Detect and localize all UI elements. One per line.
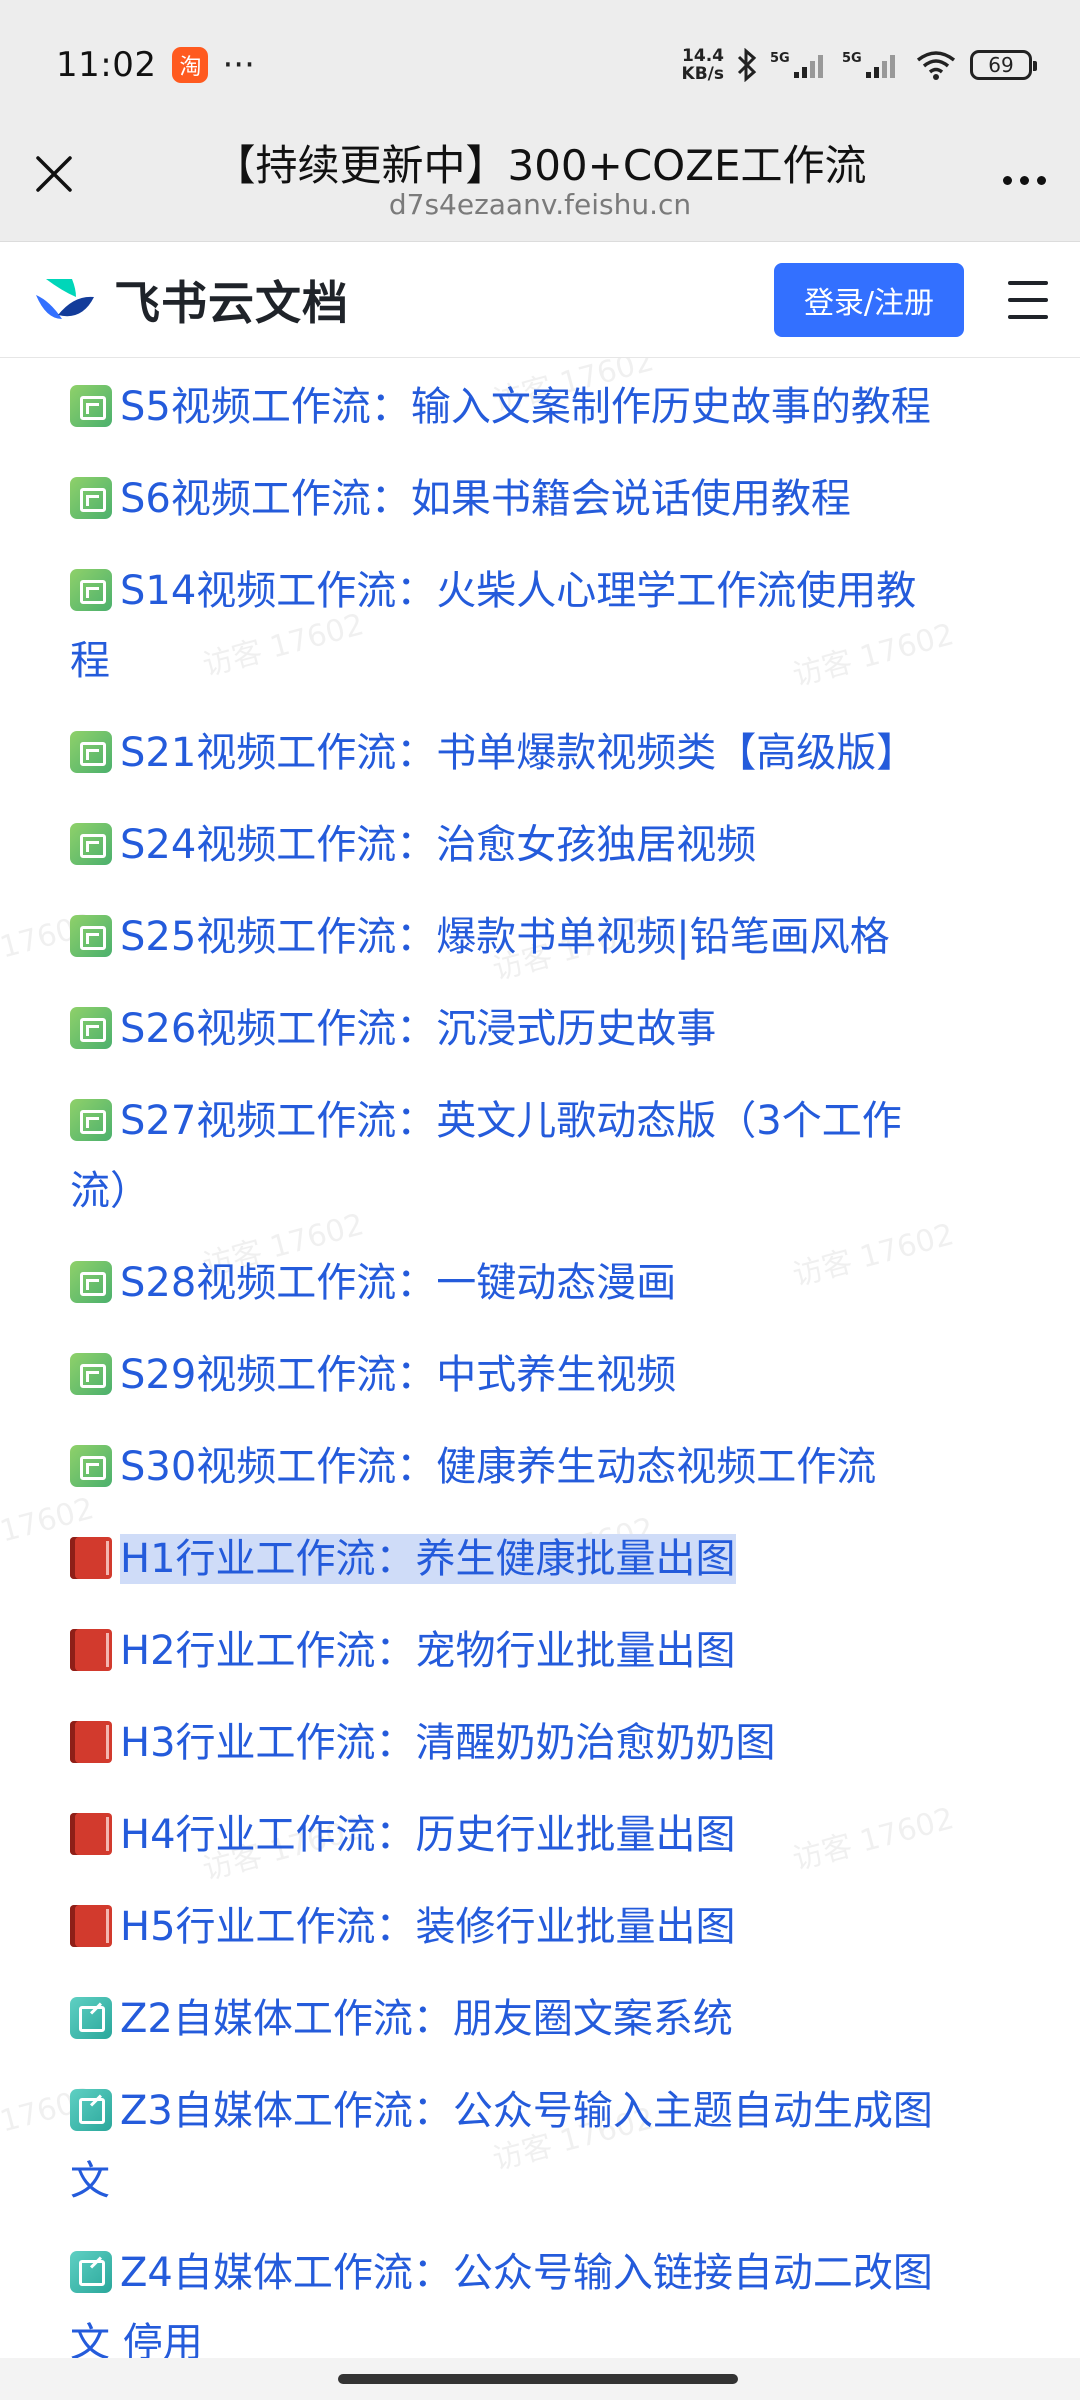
- item-label[interactable]: H1行业工作流：养生健康批量出图: [120, 1534, 736, 1584]
- book-icon: [70, 1813, 112, 1855]
- item-label[interactable]: S5视频工作流：输入文案制作历史故事的教程: [120, 382, 931, 432]
- note-icon: [70, 2251, 112, 2293]
- list-item[interactable]: Z2自媒体工作流：朋友圈文案系统: [70, 1984, 1010, 2054]
- item-label[interactable]: S14视频工作流：火柴人心理学工作流使用教: [120, 566, 916, 616]
- dot-icon: [1002, 175, 1012, 185]
- network-speed: 14.4 KB/s: [682, 47, 724, 83]
- item-label[interactable]: S24视频工作流：治愈女孩独居视频: [120, 820, 756, 870]
- item-label[interactable]: S25视频工作流：爆款书单视频|铅笔画风格: [120, 912, 890, 962]
- browser-title-bar: 【持续更新中】300+COZE工作流 d7s4ezaanv.feishu.cn: [0, 130, 1080, 242]
- speed-value: 14.4: [682, 46, 724, 66]
- battery-icon: 69: [970, 50, 1037, 80]
- video-icon: [70, 915, 112, 957]
- bluetooth-icon: [736, 48, 758, 82]
- taobao-app-icon: 淘: [172, 47, 209, 83]
- status-bar: 11:02 淘 ··· 14.4 KB/s 5G 5G 69: [0, 0, 1080, 130]
- item-label[interactable]: S29视频工作流：中式养生视频: [120, 1350, 676, 1400]
- list-item[interactable]: S21视频工作流：书单爆款视频类【高级版】: [70, 718, 1010, 788]
- video-icon: [70, 1353, 112, 1395]
- item-label[interactable]: S26视频工作流：沉浸式历史故事: [120, 1004, 716, 1054]
- gesture-bar: [0, 2358, 1080, 2400]
- list-item[interactable]: S5视频工作流：输入文案制作历史故事的教程: [70, 372, 1010, 442]
- book-icon: [70, 1537, 112, 1579]
- video-icon: [70, 731, 112, 773]
- item-label[interactable]: H5行业工作流：装修行业批量出图: [120, 1902, 736, 1952]
- wifi-icon: [914, 48, 958, 82]
- net1-label: 5G: [770, 51, 790, 66]
- book-icon: [70, 1721, 112, 1763]
- list-item[interactable]: S25视频工作流：爆款书单视频|铅笔画风格: [70, 902, 1010, 972]
- item-label[interactable]: S6视频工作流：如果书籍会说话使用教程: [120, 474, 851, 524]
- page-title: 【持续更新中】300+COZE工作流: [213, 141, 867, 190]
- menu-line: [1008, 280, 1048, 285]
- signal-5g-icon-2: 5G: [842, 48, 902, 82]
- item-label[interactable]: S27视频工作流：英文儿歌动态版（3个工作: [120, 1096, 902, 1146]
- list-item[interactable]: S14视频工作流：火柴人心理学工作流使用教程: [70, 556, 1010, 696]
- item-label[interactable]: H4行业工作流：历史行业批量出图: [120, 1810, 736, 1860]
- list-item[interactable]: S29视频工作流：中式养生视频: [70, 1340, 1010, 1410]
- book-icon: [70, 1905, 112, 1947]
- list-item[interactable]: S30视频工作流：健康养生动态视频工作流: [70, 1432, 1010, 1502]
- item-label-cont[interactable]: 流）: [70, 1166, 150, 1216]
- book-icon: [70, 1629, 112, 1671]
- item-label-cont[interactable]: 文: [70, 2156, 110, 2206]
- more-options-button[interactable]: [994, 160, 1054, 200]
- item-label[interactable]: Z3自媒体工作流：公众号输入主题自动生成图: [120, 2086, 933, 2136]
- video-icon: [70, 477, 112, 519]
- menu-line: [1008, 297, 1048, 302]
- site-header: 飞书云文档 登录/注册: [0, 242, 1080, 358]
- signal-5g-icon: 5G: [770, 48, 830, 82]
- list-item[interactable]: S28视频工作流：一键动态漫画: [70, 1248, 1010, 1318]
- list-item[interactable]: S27视频工作流：英文儿歌动态版（3个工作流）: [70, 1086, 1010, 1226]
- list-item[interactable]: Z4自媒体工作流：公众号输入链接自动二改图文 停用: [70, 2238, 1010, 2358]
- item-label[interactable]: S30视频工作流：健康养生动态视频工作流: [120, 1442, 876, 1492]
- list-item[interactable]: H5行业工作流：装修行业批量出图: [70, 1892, 1010, 1962]
- item-label-cont[interactable]: 文 停用: [70, 2318, 203, 2358]
- item-label[interactable]: Z4自媒体工作流：公众号输入链接自动二改图: [120, 2248, 933, 2298]
- item-label[interactable]: Z2自媒体工作流：朋友圈文案系统: [120, 1994, 733, 2044]
- video-icon: [70, 569, 112, 611]
- video-icon: [70, 1007, 112, 1049]
- speed-unit: KB/s: [681, 64, 724, 84]
- login-register-button[interactable]: 登录/注册: [774, 262, 964, 337]
- item-label-cont[interactable]: 程: [70, 636, 110, 686]
- list-item[interactable]: H3行业工作流：清醒奶奶治愈奶奶图: [70, 1708, 1010, 1778]
- feishu-logo-icon[interactable]: [32, 275, 98, 325]
- item-label[interactable]: S28视频工作流：一键动态漫画: [120, 1258, 676, 1308]
- list-item[interactable]: Z3自媒体工作流：公众号输入主题自动生成图文: [70, 2076, 1010, 2216]
- note-icon: [70, 1997, 112, 2039]
- item-label[interactable]: H3行业工作流：清醒奶奶治愈奶奶图: [120, 1718, 776, 1768]
- video-icon: [70, 385, 112, 427]
- hamburger-menu-icon[interactable]: [1008, 280, 1048, 319]
- home-indicator[interactable]: [338, 2374, 738, 2384]
- list-item-selected[interactable]: H1行业工作流：养生健康批量出图: [70, 1524, 1010, 1594]
- page-url: d7s4ezaanv.feishu.cn: [388, 188, 692, 221]
- video-icon: [70, 823, 112, 865]
- note-icon: [70, 2089, 112, 2131]
- dot-icon: [1019, 175, 1029, 185]
- logo-text[interactable]: 飞书云文档: [114, 267, 349, 333]
- video-icon: [70, 1099, 112, 1141]
- video-icon: [70, 1261, 112, 1303]
- menu-line: [1008, 314, 1048, 319]
- document-content: 访客 17602 访客 17602 访客 17602 访客 17602 访客 1…: [0, 358, 1080, 2358]
- dot-icon: [1036, 175, 1046, 185]
- status-time: 11:02: [56, 45, 157, 85]
- item-label[interactable]: H2行业工作流：宠物行业批量出图: [120, 1626, 736, 1676]
- net2-label: 5G: [842, 51, 862, 66]
- list-item[interactable]: S6视频工作流：如果书籍会说话使用教程: [70, 464, 1010, 534]
- video-icon: [70, 1445, 112, 1487]
- item-label[interactable]: S21视频工作流：书单爆款视频类【高级版】: [120, 728, 916, 778]
- list-item[interactable]: S24视频工作流：治愈女孩独居视频: [70, 810, 1010, 880]
- notification-more-icon: ···: [222, 45, 255, 85]
- status-indicators: 14.4 KB/s 5G 5G 69: [682, 47, 1037, 83]
- list-item[interactable]: H2行业工作流：宠物行业批量出图: [70, 1616, 1010, 1686]
- list-item[interactable]: H4行业工作流：历史行业批量出图: [70, 1800, 1010, 1870]
- list-item[interactable]: S26视频工作流：沉浸式历史故事: [70, 994, 1010, 1064]
